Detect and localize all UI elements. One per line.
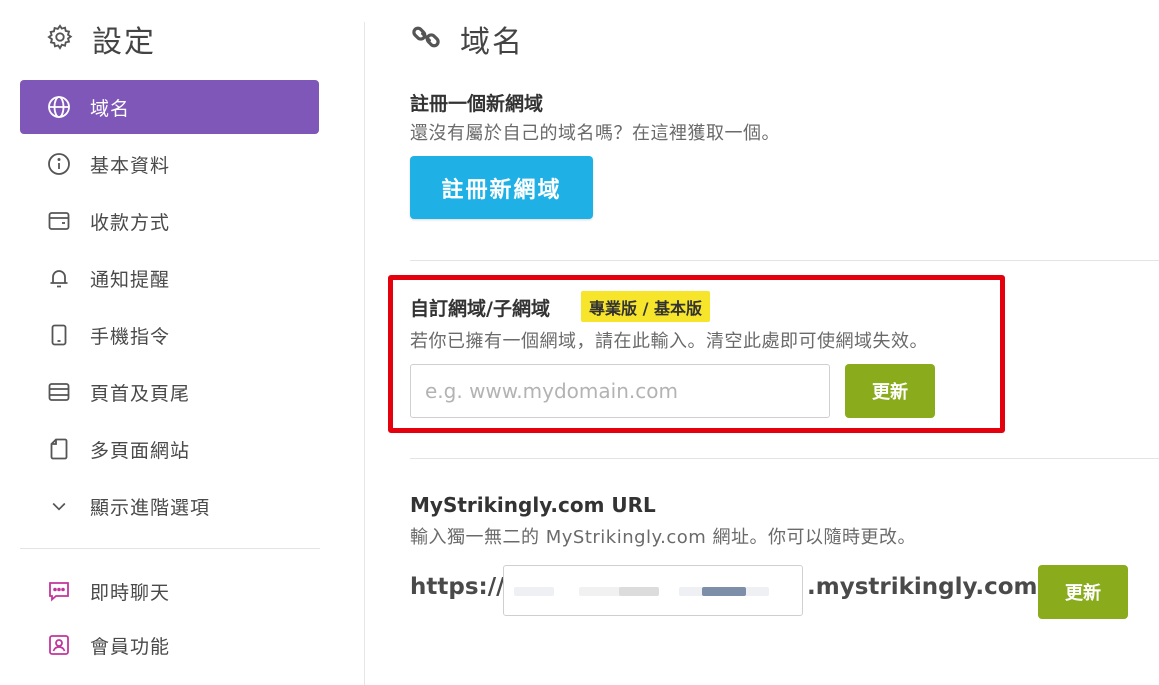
url-prefix: https:// [410,574,505,600]
settings-page: 設定 域名 基本資料 收款方式 通知提醒 手機指令 頁首及頁尾 多頁面網站 顯示… [0,0,1159,685]
bell-icon [46,265,72,291]
update-custom-domain-button[interactable]: 更新 [845,364,935,418]
sidebar-item-basic-info[interactable]: 基本資料 [20,137,319,191]
link-icon [410,21,442,57]
panel-divider [364,22,365,685]
section-divider [410,458,1159,459]
sidebar-item-live-chat[interactable]: 即時聊天 [20,564,319,618]
sidebar-title: 設定 [92,25,156,60]
update-url-button[interactable]: 更新 [1038,565,1128,619]
url-suffix: .mystrikingly.com [807,574,1038,600]
sidebar-item-label: 多頁面網站 [90,439,191,462]
sidebar-item-domain[interactable]: 域名 [20,80,319,134]
subdomain-input[interactable] [503,565,803,616]
sidebar-divider [20,548,320,549]
sidebar-item-multipage[interactable]: 多頁面網站 [20,422,319,476]
redacted-text [702,587,746,596]
main-header: 域名 [410,18,524,60]
chevron-down-icon [46,493,72,519]
register-description: 還沒有屬於自己的域名嗎？在這裡獲取一個。 [410,123,780,144]
register-domain-button[interactable]: 註冊新網域 [410,156,593,219]
sidebar-item-label: 即時聊天 [90,581,171,604]
sidebar-item-label: 手機指令 [90,325,171,348]
sidebar-item-notifications[interactable]: 通知提醒 [20,251,319,305]
page-icon [46,436,72,462]
sidebar-item-header-footer[interactable]: 頁首及頁尾 [20,365,319,419]
sidebar-item-mobile[interactable]: 手機指令 [20,308,319,362]
sidebar-item-payment[interactable]: 收款方式 [20,194,319,248]
wallet-icon [46,208,72,234]
sidebar-header: 設定 [46,18,156,60]
sidebar-item-advanced-options[interactable]: 顯示進階選項 [20,479,319,533]
mobile-icon [46,322,72,348]
section-divider [410,260,1159,261]
member-icon [46,632,72,658]
page-title: 域名 [460,25,524,60]
register-heading: 註冊一個新網域 [410,93,544,115]
custom-domain-input[interactable] [410,364,830,418]
chat-icon [46,578,72,604]
plan-badge: 專業版 / 基本版 [581,291,710,322]
sidebar-item-label: 通知提醒 [90,268,171,291]
redacted-text [619,587,659,596]
sidebar-item-label: 收款方式 [90,211,171,234]
info-icon [46,151,72,177]
sidebar-item-label: 頁首及頁尾 [90,382,191,405]
sidebar-item-membership[interactable]: 會員功能 [20,618,319,672]
globe-icon [46,94,72,120]
sidebar-item-label: 顯示進階選項 [90,496,211,519]
gear-icon [46,23,74,55]
layout-icon [46,379,72,405]
sidebar-item-label: 基本資料 [90,154,171,177]
sidebar-item-label: 域名 [90,97,131,120]
sidebar-item-label: 會員功能 [90,635,171,658]
strikingly-url-description: 輸入獨一無二的 MyStrikingly.com 網址。你可以隨時更改。 [410,527,917,548]
redacted-text [514,587,554,596]
custom-domain-description: 若你已擁有一個網域，請在此輸入。清空此處即可使網域失效。 [410,331,928,352]
sidebar: 設定 域名 基本資料 收款方式 通知提醒 手機指令 頁首及頁尾 多頁面網站 顯示… [0,0,340,685]
custom-domain-heading: 自訂網域/子網域 [410,298,550,320]
strikingly-url-heading: MyStrikingly.com URL [410,493,656,517]
